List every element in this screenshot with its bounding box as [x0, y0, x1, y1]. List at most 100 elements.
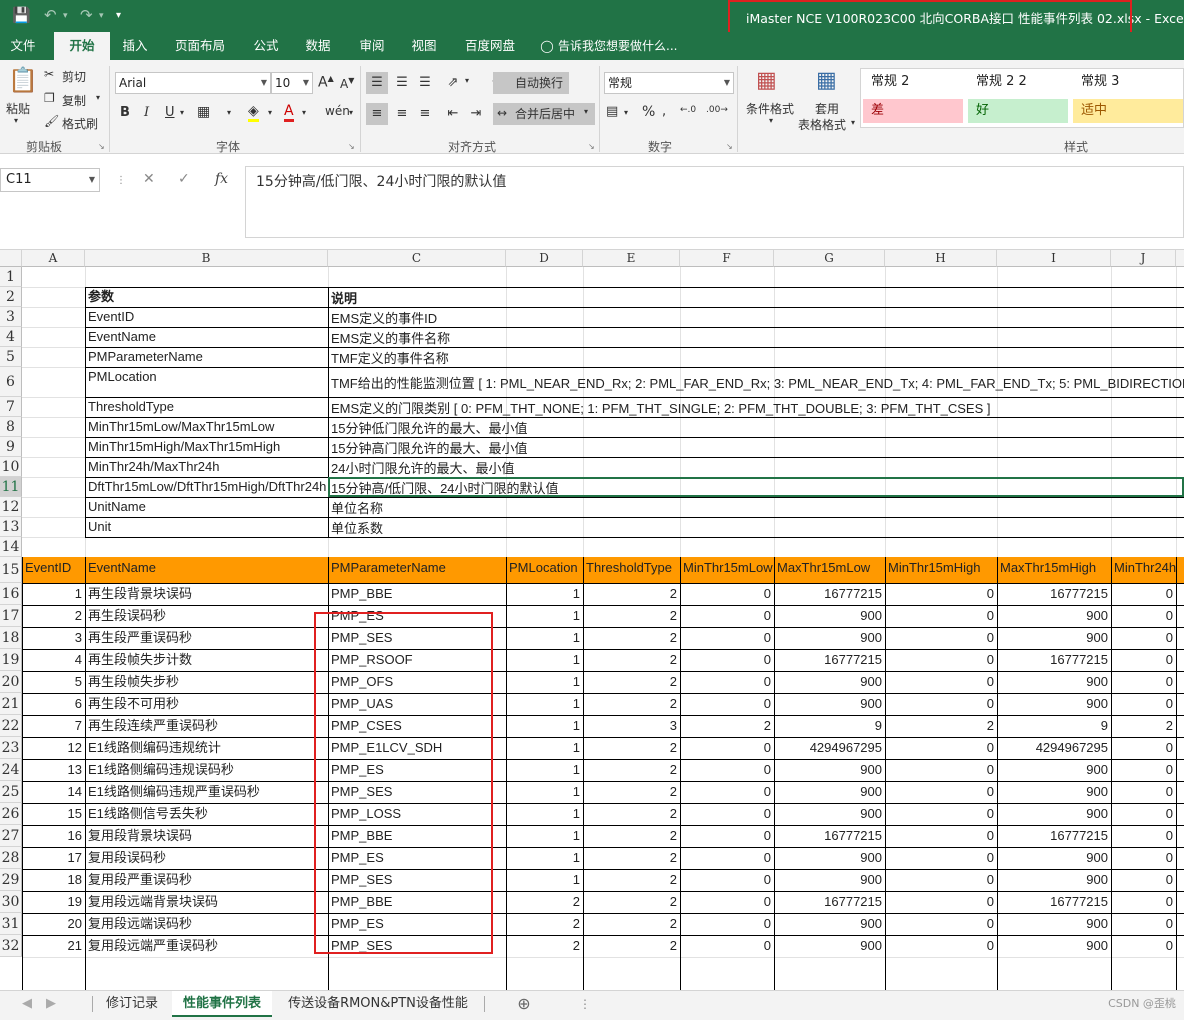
event-header-cell[interactable]: ThresholdType — [583, 558, 675, 578]
tab-review[interactable]: 审阅 — [352, 32, 392, 60]
table-cell[interactable]: 0 — [1111, 672, 1176, 692]
event-header-cell[interactable]: EventName — [85, 558, 159, 578]
event-header-cell[interactable]: PMParameterName — [328, 558, 449, 578]
format-painter-button[interactable]: 格式刷 — [62, 115, 98, 132]
table-cell[interactable]: 复用段远端严重误码秒 — [85, 936, 221, 956]
row-header-24[interactable]: 24 — [0, 759, 22, 781]
table-cell[interactable]: 复用段背景块误码 — [85, 826, 195, 846]
alignment-launcher-icon[interactable]: ↘ — [588, 142, 595, 151]
table-cell[interactable]: 0 — [1111, 804, 1176, 824]
table-cell[interactable]: 1 — [506, 804, 583, 824]
table-cell[interactable]: 复用段远端误码秒 — [85, 914, 195, 934]
format-painter-icon[interactable]: 🖌 — [44, 114, 59, 128]
column-header-d[interactable]: D — [506, 250, 583, 267]
confirm-entry-icon[interactable]: ✓ — [178, 171, 190, 187]
chevron-down-icon[interactable]: ▼ — [89, 169, 95, 191]
table-cell[interactable]: 2 — [583, 826, 680, 846]
table-cell[interactable]: 0 — [885, 650, 997, 670]
table-cell[interactable]: 1 — [506, 606, 583, 626]
table-cell[interactable]: 0 — [680, 584, 774, 604]
paste-button[interactable]: 粘贴 — [6, 100, 30, 117]
row-header-8[interactable]: 8 — [0, 417, 22, 437]
tell-me-search[interactable]: 告诉我您想要做什么... — [558, 32, 682, 60]
table-cell[interactable]: 0 — [885, 826, 997, 846]
tab-data[interactable]: 数据 — [298, 32, 338, 60]
phonetic-icon[interactable]: wén — [325, 104, 350, 118]
style-good[interactable]: 好 — [968, 99, 1068, 123]
row-header-10[interactable]: 10 — [0, 457, 22, 477]
event-header-cell[interactable]: MaxThr15mHigh — [997, 558, 1099, 578]
table-cell[interactable]: 16777215 — [774, 584, 885, 604]
table-cell[interactable]: 再生段不可用秒 — [85, 694, 182, 714]
number-launcher-icon[interactable]: ↘ — [726, 142, 733, 151]
cut-button[interactable]: 剪切 — [62, 68, 86, 85]
row-header-31[interactable]: 31 — [0, 913, 22, 935]
table-cell[interactable]: 3 — [583, 716, 680, 736]
underline-icon[interactable]: U — [165, 105, 175, 120]
table-cell[interactable]: 900 — [997, 672, 1111, 692]
style-normal-2-2[interactable]: 常规 2 2 — [968, 70, 1068, 94]
tab-page-layout[interactable]: 页面布局 — [168, 32, 232, 60]
tab-home[interactable]: 开始 — [54, 32, 110, 60]
align-left-icon[interactable]: ≡ — [366, 103, 388, 125]
param-cell[interactable]: ThresholdType — [85, 397, 177, 417]
table-cell[interactable]: 0 — [1111, 628, 1176, 648]
redo-icon[interactable]: ↷ — [80, 6, 93, 24]
border-dropdown-icon[interactable]: ▾ — [227, 108, 231, 117]
table-cell[interactable]: 1 — [506, 694, 583, 714]
table-cell[interactable]: 16777215 — [997, 826, 1111, 846]
font-color-dropdown-icon[interactable]: ▾ — [302, 108, 306, 117]
table-cell[interactable]: 2 — [583, 782, 680, 802]
sheet-tab-pm-event-list[interactable]: 性能事件列表 — [172, 991, 272, 1017]
table-cell[interactable]: 0 — [885, 782, 997, 802]
row-header-14[interactable]: 14 — [0, 537, 22, 557]
table-cell[interactable]: 1 — [506, 716, 583, 736]
row-header-23[interactable]: 23 — [0, 737, 22, 759]
cut-icon[interactable]: ✂ — [44, 67, 54, 81]
table-cell[interactable]: 2 — [583, 606, 680, 626]
table-cell[interactable]: 0 — [1111, 694, 1176, 714]
param-cell[interactable]: MinThr15mLow/MaxThr15mLow — [85, 417, 277, 437]
table-cell[interactable]: 3 — [22, 628, 85, 648]
table-cell[interactable]: 900 — [997, 782, 1111, 802]
table-cell[interactable]: 再生段帧失步计数 — [85, 650, 195, 670]
table-cell[interactable]: E1线路侧编码违规统计 — [85, 738, 224, 758]
param-cell[interactable]: Unit — [85, 517, 114, 537]
table-cell[interactable]: 900 — [997, 870, 1111, 890]
column-header-f[interactable]: F — [680, 250, 774, 267]
param-cell[interactable]: DftThr15mLow/DftThr15mHigh/DftThr24h — [85, 477, 329, 497]
row-header-11[interactable]: 11 — [0, 477, 22, 497]
tab-insert[interactable]: 插入 — [114, 32, 156, 60]
table-cell[interactable]: 2 — [885, 716, 997, 736]
conditional-format-icon[interactable]: ▦ — [756, 68, 777, 93]
table-cell[interactable]: 2 — [583, 672, 680, 692]
table-cell[interactable]: 900 — [774, 848, 885, 868]
table-cell[interactable]: 19 — [22, 892, 85, 912]
tab-formulas[interactable]: 公式 — [246, 32, 286, 60]
table-cell[interactable]: 1 — [506, 628, 583, 648]
table-cell[interactable]: 1 — [506, 672, 583, 692]
scroll-right-icon[interactable]: ▶ — [44, 991, 58, 1017]
param-desc-cell[interactable]: 15分钟低门限允许的最大、最小值 — [328, 419, 530, 439]
param-desc-cell[interactable]: 单位系数 — [328, 519, 386, 539]
column-header-a[interactable]: A — [22, 250, 85, 267]
table-cell[interactable]: PMP_ES — [328, 760, 387, 780]
table-cell[interactable]: 900 — [997, 628, 1111, 648]
table-cell[interactable]: 再生段帧失步秒 — [85, 672, 182, 692]
column-header-g[interactable]: G — [774, 250, 885, 267]
row-header-28[interactable]: 28 — [0, 847, 22, 869]
param-cell[interactable]: PMParameterName — [85, 347, 206, 367]
table-cell[interactable]: PMP_CSES — [328, 716, 405, 736]
table-cell[interactable]: 2 — [506, 914, 583, 934]
table-cell[interactable]: 900 — [997, 760, 1111, 780]
param-desc-cell[interactable]: EMS定义的事件名称 — [328, 329, 453, 349]
table-cell[interactable]: 900 — [997, 804, 1111, 824]
table-cell[interactable]: 900 — [774, 672, 885, 692]
table-cell[interactable]: 0 — [680, 870, 774, 890]
table-cell[interactable]: 复用段严重误码秒 — [85, 870, 195, 890]
merge-dropdown-icon[interactable]: ▾ — [584, 107, 588, 116]
table-cell[interactable]: 2 — [583, 892, 680, 912]
comma-icon[interactable]: , — [662, 104, 666, 119]
sheet-tab-rmon-ptn[interactable]: 传送设备RMON&PTN设备性能 — [276, 991, 480, 1017]
table-cell[interactable]: 0 — [1111, 826, 1176, 846]
